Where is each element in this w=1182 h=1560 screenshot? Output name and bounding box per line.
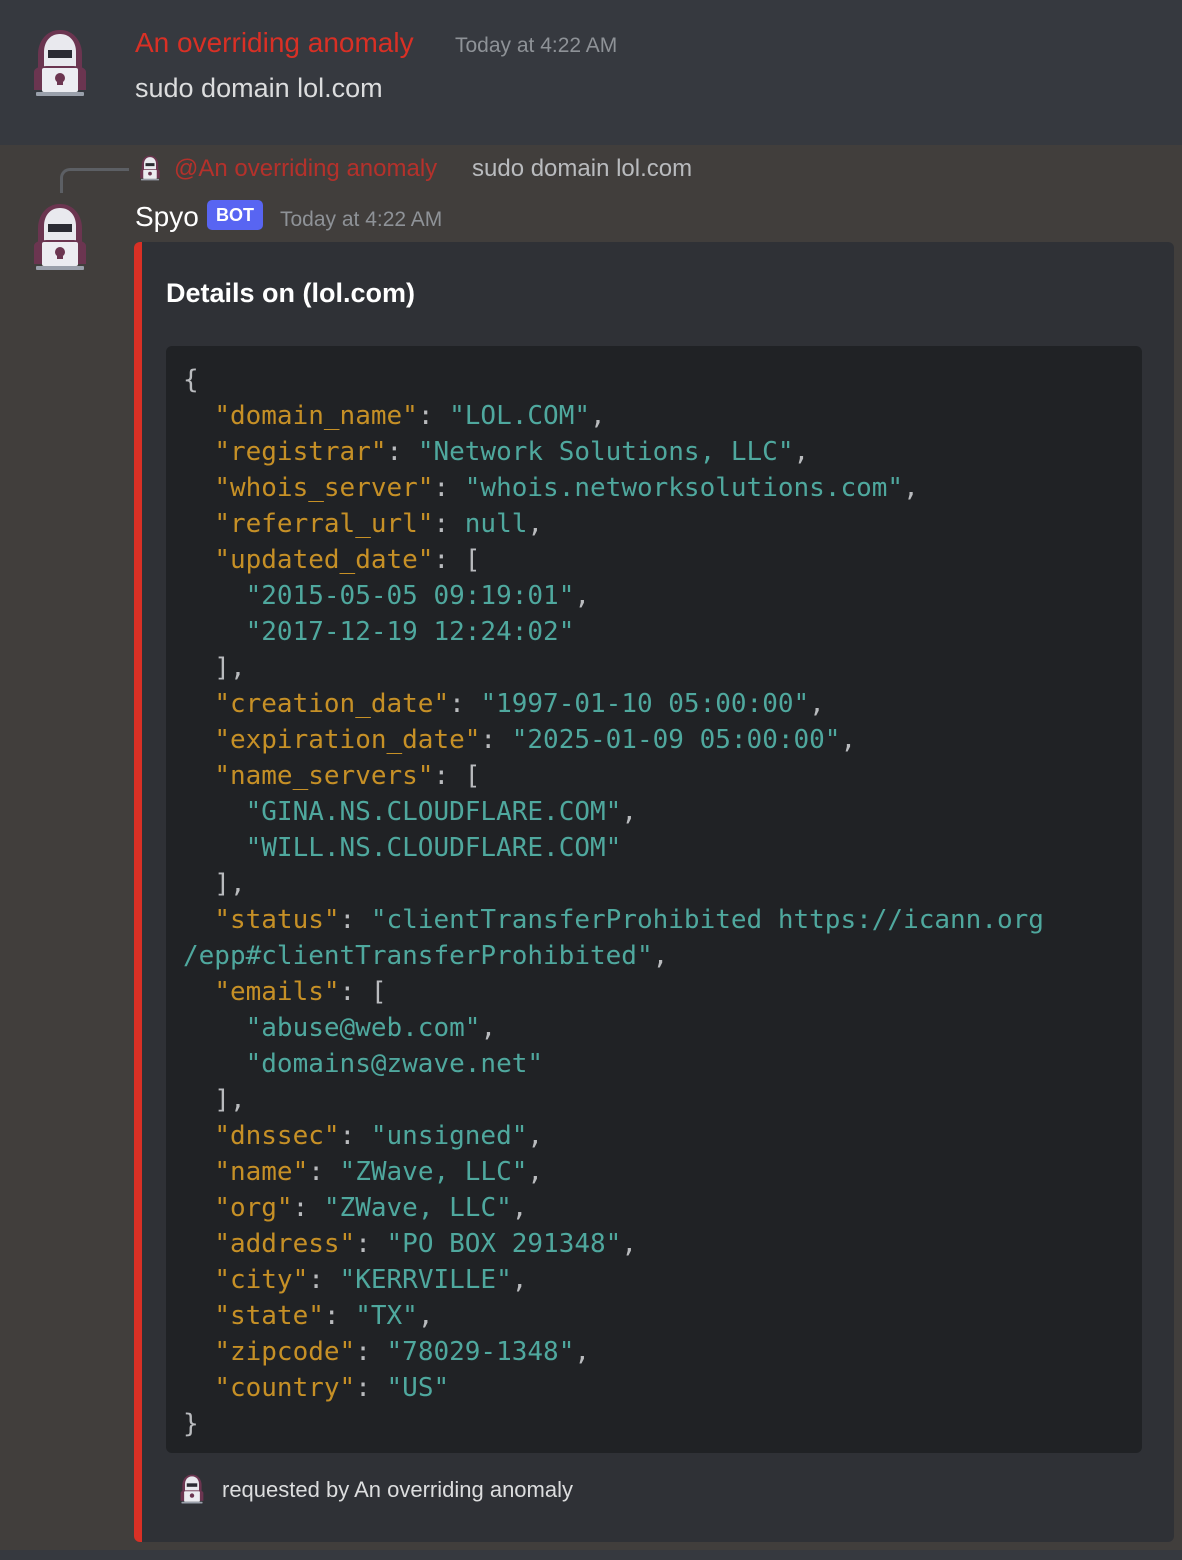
reply-connector: [60, 168, 129, 193]
chat-bottom-edge: [0, 1550, 1182, 1560]
bot-message-timestamp: Today at 4:22 AM: [280, 208, 443, 231]
embed-title: Details on (lol.com): [166, 278, 416, 308]
reply-mention[interactable]: @An overriding anomaly: [174, 152, 437, 186]
message-user: An overriding anomaly Today at 4:22 AM s…: [0, 0, 1182, 145]
bot-avatar-icon[interactable]: [28, 202, 92, 272]
reply-preview-text[interactable]: sudo domain lol.com: [472, 152, 692, 186]
message-content: sudo domain lol.com: [135, 73, 383, 103]
reply-avatar-icon[interactable]: [138, 153, 162, 183]
embed-footer: requested by An overriding anomaly: [222, 1477, 573, 1502]
message-timestamp: Today at 4:22 AM: [455, 34, 618, 57]
author-name[interactable]: An overriding anomaly: [135, 26, 414, 60]
hacker-skull-laptop-icon[interactable]: [28, 28, 92, 98]
code-block: { "domain_name": "LOL.COM", "registrar":…: [166, 346, 1142, 1453]
bot-tag-badge: BOT: [207, 200, 263, 230]
footer-avatar-icon: [180, 1474, 204, 1504]
json-code: { "domain_name": "LOL.COM", "registrar":…: [183, 365, 1044, 1439]
embed: Details on (lol.com) { "domain_name": "L…: [134, 242, 1174, 1542]
bot-author-name[interactable]: Spyo: [135, 200, 199, 234]
